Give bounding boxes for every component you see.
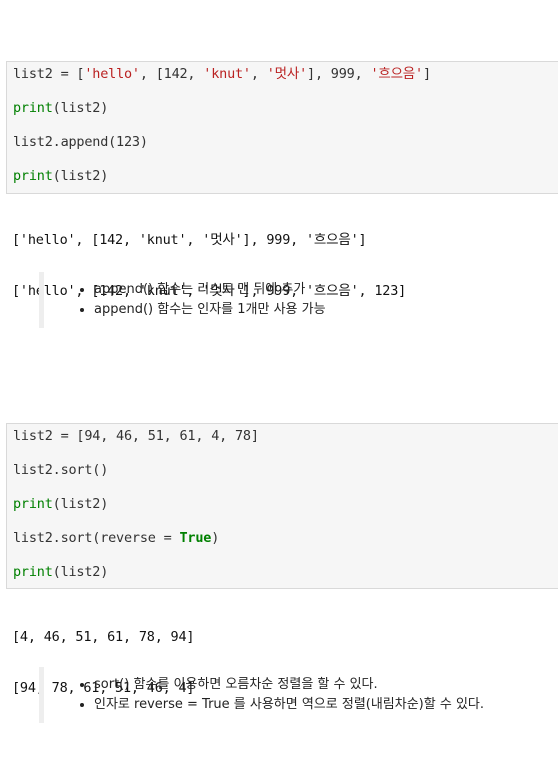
note-list: append() 함수는 리스트 맨 뒤에 추가 append() 함수는 인자… — [74, 280, 326, 320]
code-line: print(list2) — [13, 496, 109, 512]
code-line: print(list2) — [13, 100, 109, 116]
note-list-item: append() 함수는 인자를 1개만 사용 가능 — [94, 300, 326, 320]
code-cell-1[interactable]: list2 = ['hello', [142, 'knut', '멋사'], 9… — [6, 61, 558, 194]
code-line: list2 = ['hello', [142, 'knut', '멋사'], 9… — [13, 66, 431, 82]
output-line: [4, 46, 51, 61, 78, 94] — [12, 629, 195, 645]
note-list-item: sort() 함수를 이용하면 오름차순 정렬을 할 수 있다. — [94, 675, 484, 695]
code-line: print(list2) — [13, 168, 109, 184]
code-line: list2.sort() — [13, 462, 109, 478]
code-cell-2[interactable]: list2 = [94, 46, 51, 61, 4, 78] list2.so… — [6, 423, 558, 589]
note-list-item: 인자로 reverse = True 를 사용하면 역으로 정렬(내림차순)할 … — [94, 695, 484, 715]
note-blockquote-2: sort() 함수를 이용하면 오름차순 정렬을 할 수 있다. 인자로 rev… — [39, 667, 484, 723]
code-line: list2.append(123) — [13, 134, 148, 150]
code-line: list2.sort(reverse = True) — [13, 530, 220, 546]
note-list: sort() 함수를 이용하면 오름차순 정렬을 할 수 있다. 인자로 rev… — [74, 675, 484, 715]
output-line: ['hello', [142, 'knut', '멋사'], 999, '흐으음… — [12, 232, 367, 248]
note-blockquote-1: append() 함수는 리스트 맨 뒤에 추가 append() 함수는 인자… — [39, 272, 326, 328]
code-line: print(list2) — [13, 564, 109, 580]
code-line: list2 = [94, 46, 51, 61, 4, 78] — [13, 428, 259, 444]
note-list-item: append() 함수는 리스트 맨 뒤에 추가 — [94, 280, 326, 300]
